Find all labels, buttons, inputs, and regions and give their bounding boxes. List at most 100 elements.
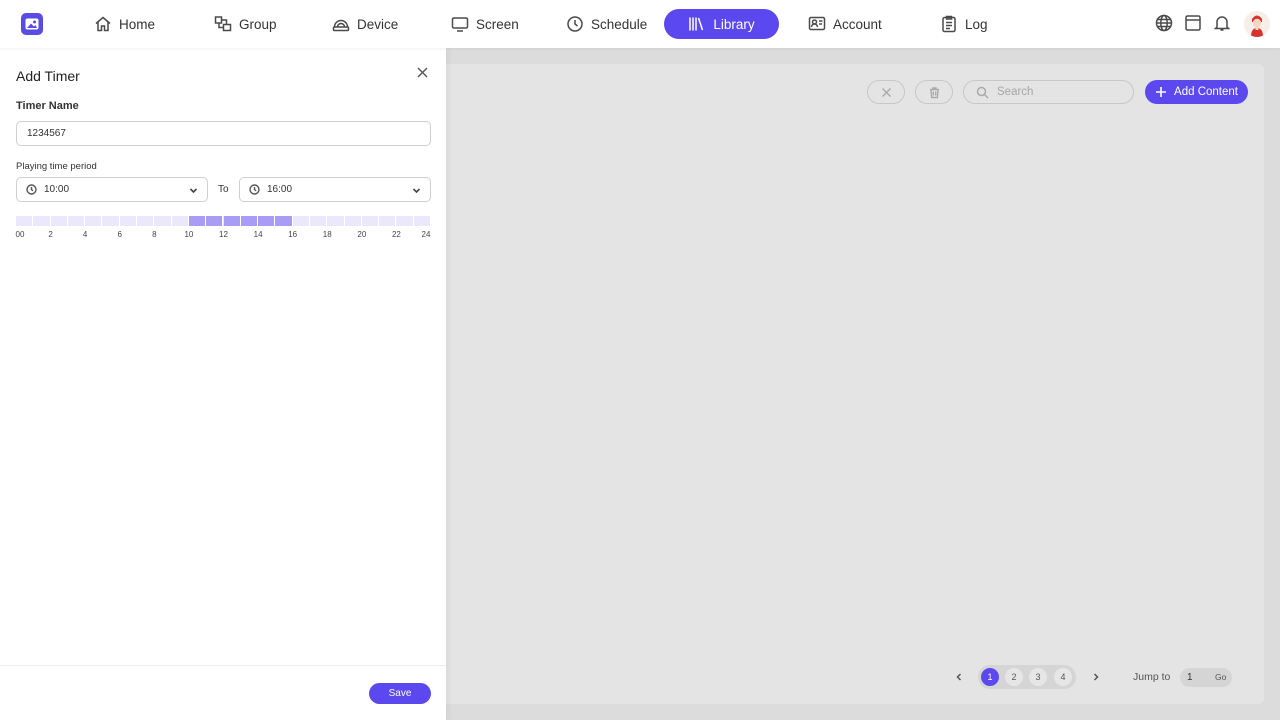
archive-button[interactable]: [1184, 14, 1202, 32]
timeline-tick-label: 00: [15, 230, 25, 239]
timeline-hour-22[interactable]: [396, 216, 414, 226]
nav-screen[interactable]: Screen: [451, 9, 519, 39]
search-field[interactable]: [963, 80, 1134, 104]
timeline-hour-0[interactable]: [16, 216, 34, 226]
avatar-image: [1244, 11, 1270, 37]
nav-group-label: Group: [239, 16, 277, 32]
timeline-hour-17[interactable]: [310, 216, 328, 226]
timeline-hour-11[interactable]: [206, 216, 224, 226]
period-label: Playing time period: [16, 161, 97, 172]
nav-account-label: Account: [833, 16, 882, 32]
timeline-hour-7[interactable]: [137, 216, 155, 226]
clear-selection-button[interactable]: [867, 80, 905, 104]
chevron-down-icon: [412, 186, 421, 195]
clock-icon: [249, 184, 260, 195]
page-2-button[interactable]: 2: [1005, 668, 1023, 686]
timer-name-input[interactable]: [16, 121, 431, 146]
timeline-tick-label: 20: [357, 230, 367, 239]
close-icon: [881, 87, 891, 97]
timeline-hour-6[interactable]: [120, 216, 138, 226]
logo-icon: [25, 18, 39, 30]
jump-to-label: Jump to: [1133, 671, 1171, 683]
timeline-hour-16[interactable]: [293, 216, 310, 226]
chevron-left-icon: [956, 673, 962, 681]
timeline-hour-20[interactable]: [362, 216, 380, 226]
nav-device-label: Device: [357, 16, 399, 32]
page-1-button[interactable]: 1: [981, 668, 999, 686]
timeline-hour-13[interactable]: [240, 216, 259, 226]
chevron-right-icon: [1093, 673, 1099, 681]
timeline-hour-15[interactable]: [275, 216, 293, 226]
clock-icon: [26, 184, 37, 195]
close-icon: [417, 67, 428, 78]
device-icon: [332, 19, 350, 32]
add-content-button[interactable]: Add Content: [1145, 80, 1248, 104]
nav-library[interactable]: Library: [664, 9, 779, 39]
nav-log[interactable]: Log: [940, 9, 988, 39]
timeline-hour-8[interactable]: [154, 216, 172, 226]
nav-group[interactable]: Group: [214, 9, 277, 39]
drawer-close-button[interactable]: [416, 66, 429, 79]
timeline-tick-label: 14: [253, 230, 263, 239]
timer-name-label: Timer Name: [16, 100, 79, 112]
notifications-button[interactable]: [1213, 14, 1231, 32]
to-label: To: [218, 184, 229, 195]
nav-home[interactable]: Home: [94, 9, 155, 39]
start-time-value: 10:00: [44, 184, 70, 195]
delete-button[interactable]: [915, 80, 953, 104]
prev-page-button[interactable]: [953, 670, 967, 684]
bell-icon: [1213, 16, 1231, 31]
add-timer-drawer: Add Timer Timer Name Playing time period…: [0, 48, 446, 720]
jump-to-input[interactable]: 1: [1187, 672, 1193, 683]
nav-device[interactable]: Device: [332, 9, 398, 39]
nav-schedule[interactable]: Schedule: [566, 9, 647, 39]
avatar[interactable]: [1244, 11, 1270, 37]
save-button[interactable]: Save: [369, 683, 431, 704]
timeline-hour-2[interactable]: [51, 216, 68, 226]
footer-divider: [0, 665, 446, 666]
timeline-hour-5[interactable]: [102, 216, 120, 226]
timeline-tick-label: 10: [184, 230, 194, 239]
home-icon: [95, 16, 111, 32]
chevron-down-icon: [189, 186, 198, 195]
add-content-label: Add Content: [1174, 86, 1238, 98]
schedule-icon: [567, 16, 583, 32]
search-icon: [976, 86, 989, 99]
start-time-select[interactable]: 10:00: [16, 177, 208, 202]
end-time-select[interactable]: 16:00: [239, 177, 431, 202]
page-4-button[interactable]: 4: [1054, 668, 1072, 686]
timeline-hour-3[interactable]: [68, 216, 86, 226]
timeline-hour-10[interactable]: [188, 216, 207, 226]
nav-schedule-label: Schedule: [591, 16, 648, 32]
next-page-button[interactable]: [1090, 670, 1104, 684]
nav-account[interactable]: Account: [808, 9, 882, 39]
nav-library-label: Library: [713, 16, 755, 32]
timeline-hour-1[interactable]: [33, 216, 51, 226]
page-3-button[interactable]: 3: [1029, 668, 1047, 686]
timeline-hour-19[interactable]: [345, 216, 362, 226]
timeline-hour-4[interactable]: [85, 216, 103, 226]
timeline-hour-21[interactable]: [379, 216, 397, 226]
trash-icon: [929, 86, 939, 98]
timeline-hour-12[interactable]: [223, 216, 241, 226]
plus-icon: [1156, 87, 1167, 97]
app-logo[interactable]: [21, 13, 43, 35]
timeline-tick-label: 24: [421, 230, 431, 239]
end-time-value: 16:00: [267, 184, 293, 195]
language-button[interactable]: [1155, 14, 1173, 32]
timeline-hour-23[interactable]: [414, 216, 431, 226]
timeline-hour-9[interactable]: [172, 216, 189, 226]
timeline-hour-18[interactable]: [327, 216, 345, 226]
globe-icon: [1155, 14, 1173, 32]
go-button[interactable]: Go: [1215, 672, 1229, 682]
top-nav-bar: Home Group Device Screen Schedule Librar…: [0, 0, 1280, 48]
timeline-tick-label: 4: [82, 230, 88, 239]
timeline-tick-label: 12: [219, 230, 228, 239]
timeline-tick-label: 6: [117, 230, 122, 239]
timeline-hour-14[interactable]: [258, 216, 276, 226]
drawer-title: Add Timer: [16, 68, 80, 84]
search-input[interactable]: [997, 86, 1117, 98]
timeline-tick-label: 8: [152, 230, 157, 239]
time-period-timeline[interactable]: [16, 216, 431, 226]
group-icon: [214, 16, 232, 32]
